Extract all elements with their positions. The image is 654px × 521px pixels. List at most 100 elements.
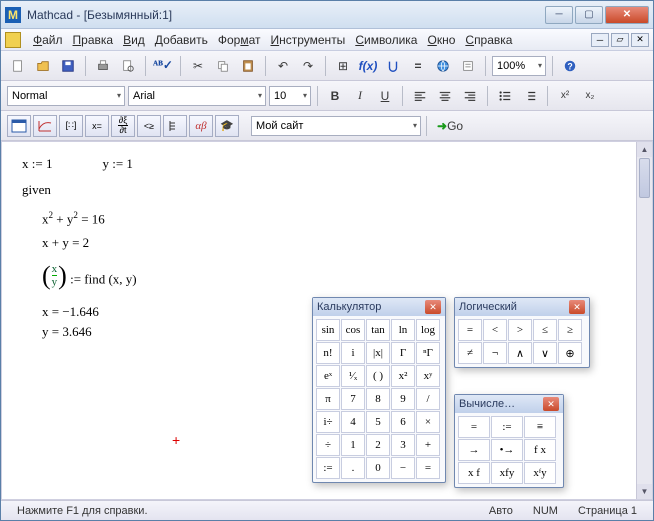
logic-cell[interactable]: ∧ <box>508 342 532 364</box>
calculate-button[interactable]: = <box>407 55 429 77</box>
align-left-button[interactable] <box>409 85 431 107</box>
calculator-cell[interactable]: = <box>416 457 440 479</box>
calculator-cell[interactable]: ( ) <box>366 365 390 387</box>
align-center-button[interactable] <box>434 85 456 107</box>
calculator-cell[interactable]: 7 <box>341 388 365 410</box>
programming-palette-button[interactable] <box>163 115 187 137</box>
logic-cell[interactable]: ¬ <box>483 342 507 364</box>
style-combo[interactable]: Normal <box>7 86 125 106</box>
logic-cell[interactable]: = <box>458 319 482 341</box>
calculator-cell[interactable]: Γ <box>391 342 415 364</box>
evaluation-cell[interactable]: x f <box>458 462 490 484</box>
calculator-cell[interactable]: ln <box>391 319 415 341</box>
mdi-restore-button[interactable]: ▱ <box>611 33 629 47</box>
menu-symbolic[interactable]: Символика <box>351 31 421 49</box>
bullets-button[interactable] <box>494 85 516 107</box>
calculator-panel[interactable]: Калькулятор✕ sincostanlnlogn!i|x|ΓⁿΓeˣ¹⁄… <box>312 297 446 483</box>
calculator-cell[interactable]: x² <box>391 365 415 387</box>
calculator-cell[interactable]: xʸ <box>416 365 440 387</box>
zoom-combo[interactable]: 100% <box>492 56 546 76</box>
calculator-cell[interactable]: 4 <box>341 411 365 433</box>
calculator-cell[interactable]: log <box>416 319 440 341</box>
calculator-cell[interactable]: sin <box>316 319 340 341</box>
logic-cell[interactable]: > <box>508 319 532 341</box>
calculator-cell[interactable]: 1 <box>341 434 365 456</box>
calculator-cell[interactable]: cos <box>341 319 365 341</box>
calculator-cell[interactable]: 8 <box>366 388 390 410</box>
eq-circle[interactable]: x2 + y2 = 16 <box>42 210 632 227</box>
mdi-minimize-button[interactable]: ─ <box>591 33 609 47</box>
paste-button[interactable] <box>237 55 259 77</box>
calculator-cell[interactable]: eˣ <box>316 365 340 387</box>
calculator-cell[interactable]: n! <box>316 342 340 364</box>
calculator-cell[interactable]: tan <box>366 319 390 341</box>
evaluation-cell[interactable]: xᶠy <box>524 462 556 484</box>
bold-button[interactable]: B <box>324 85 346 107</box>
print-button[interactable] <box>92 55 114 77</box>
calculator-cell[interactable]: i÷ <box>316 411 340 433</box>
calculator-close-button[interactable]: ✕ <box>425 300 441 314</box>
calculator-cell[interactable]: − <box>391 457 415 479</box>
calculator-cell[interactable]: 2 <box>366 434 390 456</box>
evaluation-cell[interactable]: xfy <box>491 462 523 484</box>
scroll-down-button[interactable]: ▼ <box>637 484 652 499</box>
evaluation-cell[interactable]: •→ <box>491 439 523 461</box>
fontsize-combo[interactable]: 10 <box>269 86 311 106</box>
go-button[interactable]: ➜Go <box>432 115 468 137</box>
calculus-palette-button[interactable]: ∂ξ∂t <box>111 115 135 137</box>
close-button[interactable]: ✕ <box>605 6 649 24</box>
calculator-cell[interactable]: 3 <box>391 434 415 456</box>
logic-cell[interactable]: < <box>483 319 507 341</box>
boolean-palette-button[interactable]: <≥ <box>137 115 161 137</box>
evaluation-cell[interactable]: → <box>458 439 490 461</box>
minimize-button[interactable]: ─ <box>545 6 573 24</box>
calculator-palette-button[interactable] <box>7 115 31 137</box>
calculator-cell[interactable]: 5 <box>366 411 390 433</box>
mysite-combo[interactable]: Мой сайт <box>251 116 421 136</box>
menu-insert[interactable]: Добавить <box>151 31 212 49</box>
evaluation-palette-button[interactable]: x= <box>85 115 109 137</box>
scroll-up-button[interactable]: ▲ <box>637 142 652 157</box>
print-preview-button[interactable] <box>117 55 139 77</box>
menu-format[interactable]: Формат <box>214 31 265 49</box>
calculator-cell[interactable]: . <box>341 457 365 479</box>
calculator-cell[interactable]: π <box>316 388 340 410</box>
find-assign[interactable]: ( xy ) := find (x, y) <box>42 263 632 288</box>
maximize-button[interactable]: ▢ <box>575 6 603 24</box>
vertical-scrollbar[interactable]: ▲ ▼ <box>636 142 652 499</box>
calculator-cell[interactable]: := <box>316 457 340 479</box>
worksheet-area[interactable]: x := 1 y := 1 given x2 + y2 = 16 x + y =… <box>1 141 653 500</box>
logic-cell[interactable]: ≥ <box>558 319 582 341</box>
expr-x-assign[interactable]: x := 1 <box>22 156 52 172</box>
align-regions-button[interactable]: ⊞ <box>332 55 354 77</box>
menu-window[interactable]: Окно <box>423 31 459 49</box>
copy-button[interactable] <box>212 55 234 77</box>
menu-file[interactable]: Фdocument.currentScript.previousSibling.… <box>29 31 67 49</box>
calculator-cell[interactable]: ¹⁄ₓ <box>341 365 365 387</box>
undo-button[interactable]: ↶ <box>272 55 294 77</box>
evaluation-close-button[interactable]: ✕ <box>543 397 559 411</box>
matrix-palette-button[interactable]: [∷] <box>59 115 83 137</box>
insert-unit-button[interactable] <box>382 55 404 77</box>
logic-cell[interactable]: ∨ <box>533 342 557 364</box>
greek-palette-button[interactable]: αβ <box>189 115 213 137</box>
insert-function-button[interactable]: f(x) <box>357 55 379 77</box>
logic-panel[interactable]: Логический✕ =<>≤≥≠¬∧∨⊕ <box>454 297 590 368</box>
calculator-cell[interactable]: ÷ <box>316 434 340 456</box>
redo-button[interactable]: ↷ <box>297 55 319 77</box>
spellcheck-button[interactable]: ᴬᴮ✓ <box>152 55 174 77</box>
open-button[interactable] <box>32 55 54 77</box>
calculator-cell[interactable]: ⁿΓ <box>416 342 440 364</box>
help-button[interactable]: ? <box>559 55 581 77</box>
titlebar[interactable]: M Mathcad - [Безымянный:1] ─ ▢ ✕ <box>1 1 653 29</box>
expr-y-assign[interactable]: y := 1 <box>102 156 132 172</box>
calculator-cell[interactable]: + <box>416 434 440 456</box>
menu-view[interactable]: Вид <box>119 31 149 49</box>
calculator-cell[interactable]: 6 <box>391 411 415 433</box>
numbering-button[interactable] <box>519 85 541 107</box>
calculator-cell[interactable]: 0 <box>366 457 390 479</box>
logic-cell[interactable]: ⊕ <box>558 342 582 364</box>
eq-line[interactable]: x + y = 2 <box>42 235 632 251</box>
logic-cell[interactable]: ≤ <box>533 319 557 341</box>
evaluation-panel[interactable]: Вычисле…✕ =:=≡→•→f xx fxfyxᶠy <box>454 394 564 488</box>
